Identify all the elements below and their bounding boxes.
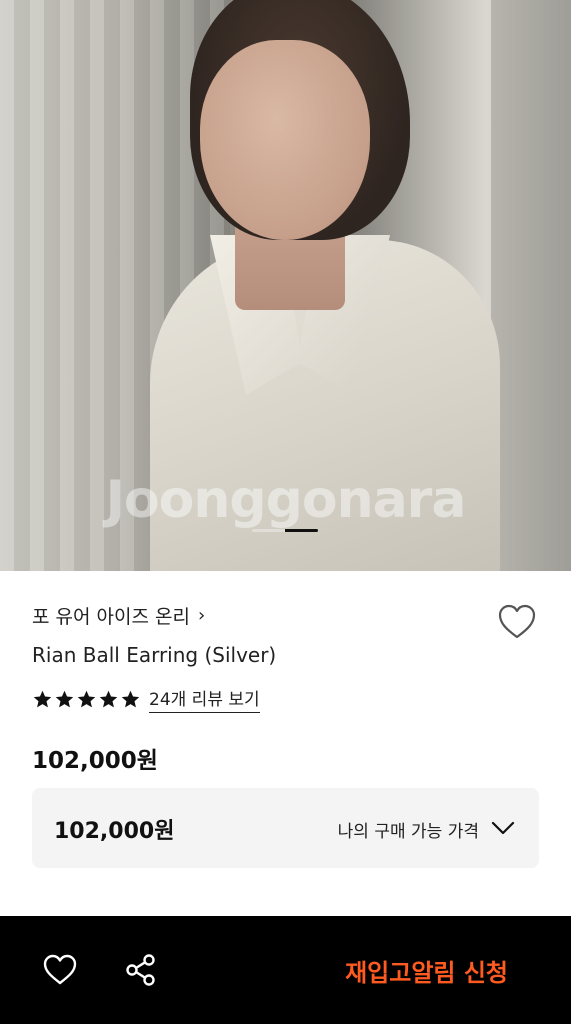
- carousel-indicator: [252, 529, 318, 532]
- star-icon: [121, 690, 140, 707]
- product-title: Rian Ball Earring (Silver): [32, 643, 277, 667]
- model-face: [200, 40, 370, 240]
- share-button[interactable]: [124, 953, 158, 987]
- wishlist-button[interactable]: [496, 602, 538, 642]
- carousel-indicator-active: [285, 529, 318, 532]
- chevron-right-icon: ›: [197, 605, 206, 626]
- star-icon: [33, 690, 52, 707]
- chevron-down-icon: [491, 821, 515, 835]
- bottom-action-bar: 재입고알림 신청: [0, 916, 571, 1024]
- purchasable-price-dropdown[interactable]: 102,000원 나의 구매 가능 가격: [32, 788, 539, 868]
- brand-name: 포 유어 아이즈 온리: [32, 606, 190, 628]
- star-icon: [99, 690, 118, 707]
- rating-stars: [32, 689, 141, 710]
- purchasable-price-value: 102,000원: [54, 819, 175, 844]
- brand-link[interactable]: 포 유어 아이즈 온리 ›: [32, 602, 205, 629]
- purchasable-price-label: 나의 구매 가능 가격: [337, 822, 479, 842]
- bottom-wishlist-button[interactable]: [42, 953, 78, 987]
- watermark-logo: Joonggonara: [105, 470, 467, 530]
- star-icon: [77, 690, 96, 707]
- review-link[interactable]: 24개 리뷰 보기: [149, 685, 260, 713]
- product-price: 102,000원: [32, 748, 158, 774]
- heart-outline-icon: [43, 954, 77, 985]
- restock-alert-button[interactable]: 재입고알림 신청: [345, 953, 508, 988]
- product-hero-image[interactable]: Joonggonara: [0, 0, 571, 571]
- share-icon: [126, 954, 155, 986]
- star-icon: [55, 690, 74, 707]
- heart-outline-icon: [498, 604, 536, 639]
- rating-row: 24개 리뷰 보기: [32, 685, 260, 713]
